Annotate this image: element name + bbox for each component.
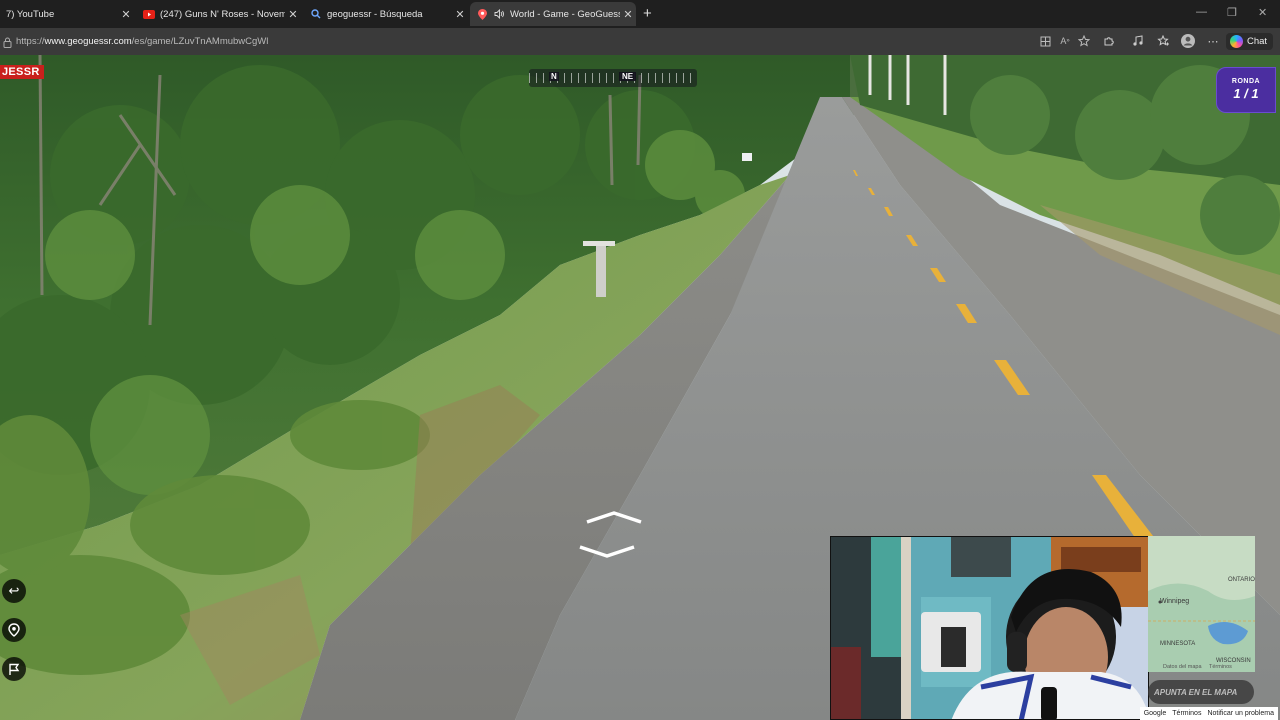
- map-footer: Google Términos Notificar un problema: [1139, 707, 1278, 720]
- webcam-overlay: [830, 536, 1149, 720]
- round-label: RONDA: [1231, 78, 1261, 85]
- tab-geoguessr-search[interactable]: geoguessr - Búsqueda ✕: [304, 2, 468, 26]
- geoguessr-logo: JESSR: [0, 65, 44, 79]
- url-domain: www.geoguessr.com: [44, 36, 132, 47]
- copilot-icon: [1230, 35, 1243, 48]
- restore-icon[interactable]: ❐: [1227, 6, 1237, 19]
- map-terms-link[interactable]: Términos: [1209, 664, 1232, 670]
- map-data-attribution: Datos del mapa: [1163, 664, 1202, 670]
- compass-northeast: NE: [619, 72, 637, 81]
- tab-title: 7) YouTube: [6, 8, 55, 20]
- browser-tab-strip: 7) YouTube ✕ (247) Guns N' Roses - Novem…: [0, 0, 1280, 28]
- tab-title: geoguessr - Búsqueda: [327, 8, 423, 20]
- return-to-start-button[interactable]: [2, 618, 26, 642]
- app-grid-icon[interactable]: [1038, 34, 1052, 48]
- map-label-ontario: ONTARIO: [1228, 577, 1255, 583]
- close-icon[interactable]: ✕: [285, 8, 301, 21]
- tab-youtube[interactable]: 7) YouTube ✕: [0, 2, 134, 26]
- extensions-icon[interactable]: [1102, 34, 1116, 48]
- close-icon[interactable]: ✕: [620, 8, 636, 21]
- url-path: /es/game/LZuvTnAMmubwCgWl: [131, 36, 269, 47]
- youtube-icon: [143, 8, 155, 20]
- close-window-icon[interactable]: ✕: [1258, 6, 1267, 19]
- tab-geoguessr-game[interactable]: World - Game - GeoGuessr ✕: [470, 2, 636, 26]
- close-icon[interactable]: ✕: [452, 8, 468, 21]
- address-bar: https://www.geoguessr.com/es/game/LZuvTn…: [0, 28, 1280, 56]
- profile-avatar-icon[interactable]: [1181, 34, 1195, 48]
- chat-label: Chat: [1247, 36, 1268, 47]
- location-pin-icon: [8, 623, 20, 637]
- tab-guns-n-roses[interactable]: (247) Guns N' Roses - November R ✕: [137, 2, 301, 26]
- map-label-minnesota: MINNESOTA: [1160, 641, 1196, 647]
- url-field[interactable]: https://www.geoguessr.com/es/game/LZuvTn…: [16, 36, 268, 47]
- read-aloud-icon[interactable]: A»: [1058, 34, 1072, 48]
- speaker-icon[interactable]: [493, 8, 505, 20]
- flag-icon: [8, 663, 19, 675]
- collections-icon[interactable]: [1156, 34, 1170, 48]
- map-label-winnipeg: Winnipeg: [1160, 598, 1190, 605]
- minimize-icon[interactable]: —: [1196, 6, 1207, 18]
- url-prefix: https://: [16, 36, 45, 47]
- undo-arrow-icon: ↩: [8, 583, 20, 598]
- terms-link[interactable]: Términos: [1172, 710, 1201, 717]
- place-flag-button[interactable]: [2, 657, 26, 681]
- search-icon: [310, 8, 322, 20]
- move-forward-arrow[interactable]: [585, 510, 643, 526]
- webcam-feed: [831, 537, 1148, 719]
- copilot-chat-button[interactable]: Chat: [1226, 33, 1274, 50]
- tab-title: (247) Guns N' Roses - November R: [160, 8, 285, 20]
- favorite-star-icon[interactable]: [1077, 34, 1091, 48]
- guess-minimap[interactable]: ONTARIO Winnipeg MINNESOTA WISCONSIN Dat…: [1148, 536, 1255, 672]
- report-problem-link[interactable]: Notificar un problema: [1207, 710, 1274, 717]
- geoguessr-pin-icon: [476, 8, 488, 20]
- google-label: Google: [1143, 710, 1167, 717]
- move-backward-arrow[interactable]: [578, 543, 636, 559]
- new-tab-button[interactable]: +: [643, 5, 652, 22]
- undo-move-button[interactable]: ↩: [2, 579, 26, 603]
- compass: N NE: [529, 69, 697, 87]
- round-indicator: RONDA 1 / 1: [1216, 67, 1276, 113]
- site-info-icon[interactable]: [0, 35, 14, 49]
- more-menu-icon[interactable]: ⋯: [1206, 34, 1220, 48]
- guess-button[interactable]: APUNTA EN EL MAPA: [1148, 680, 1254, 704]
- media-control-icon[interactable]: [1131, 34, 1145, 48]
- compass-north: N: [549, 72, 559, 81]
- tab-title: World - Game - GeoGuessr: [510, 8, 620, 20]
- close-icon[interactable]: ✕: [118, 8, 134, 21]
- round-value: 1 / 1: [1233, 86, 1259, 101]
